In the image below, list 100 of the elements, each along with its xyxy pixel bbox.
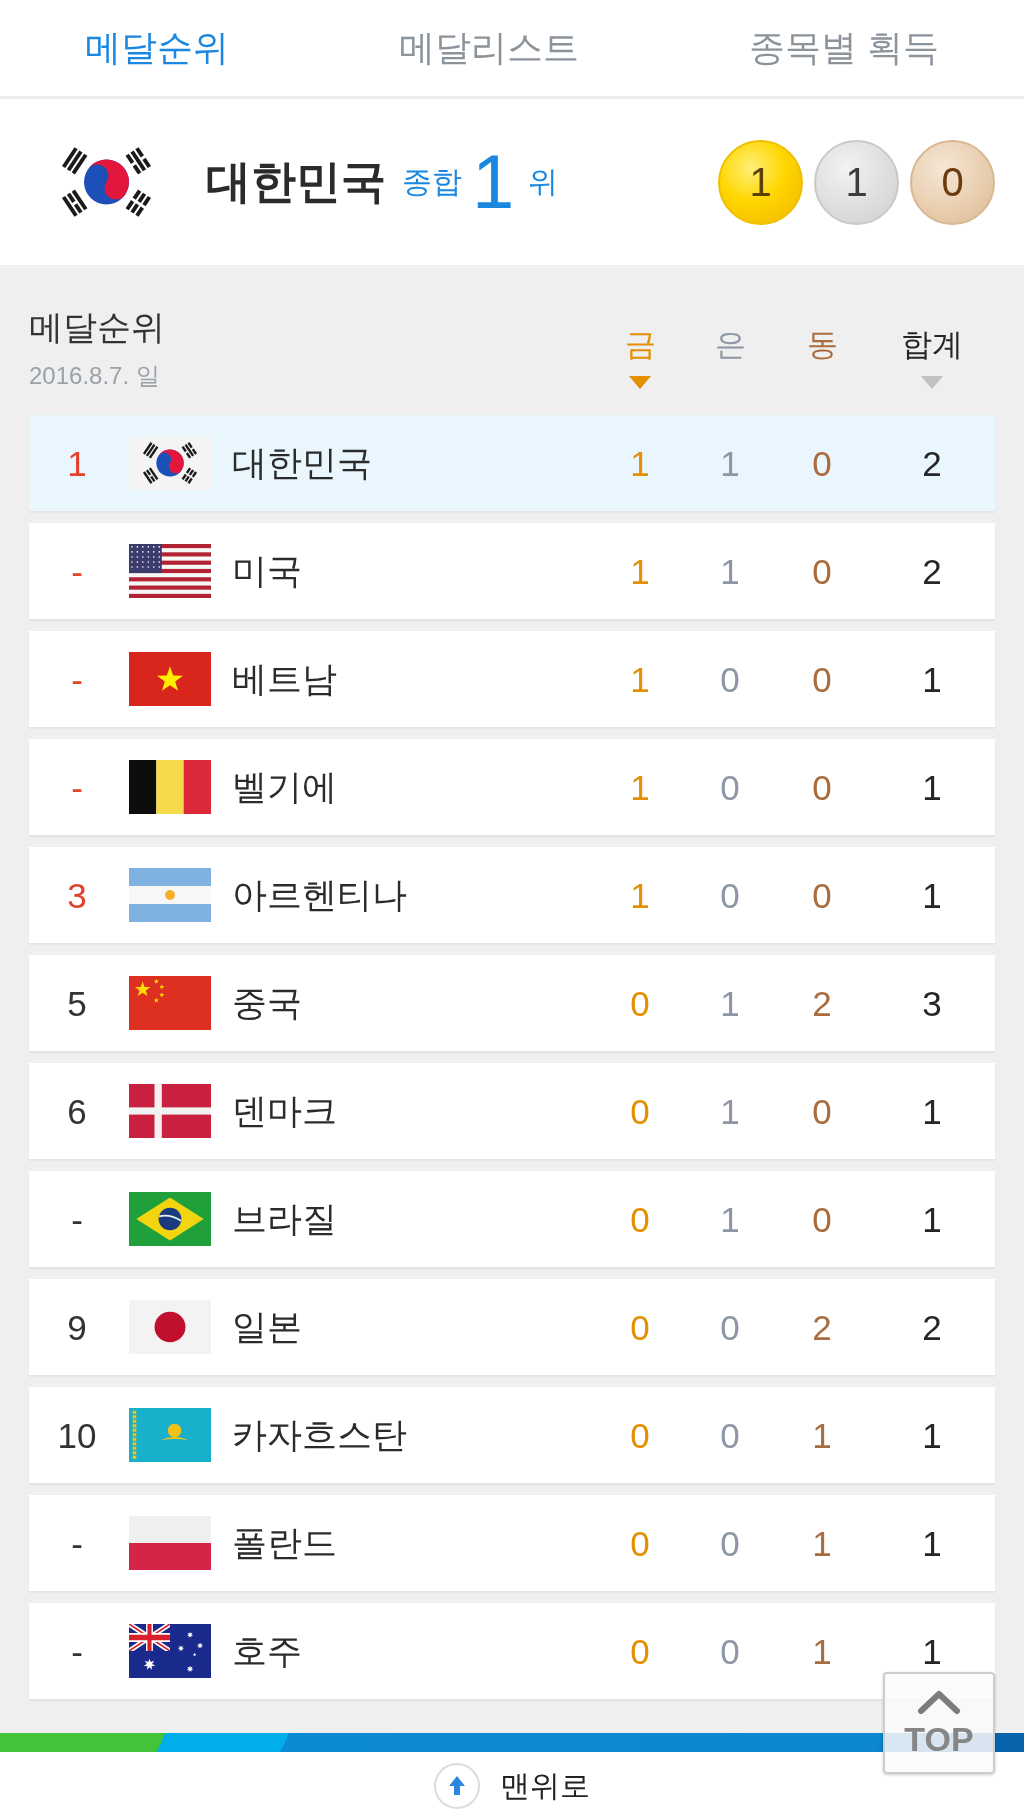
rank-number: -	[71, 1633, 83, 1669]
medal-count: 1	[812, 1633, 832, 1669]
medal-count: 0	[720, 1633, 740, 1669]
country-name: 벨기에	[232, 765, 337, 808]
tab[interactable]: 메달순위	[79, 26, 235, 70]
standings-row[interactable]: 6 덴마크 0 1 0 1	[29, 1063, 995, 1159]
medal-count: 0	[630, 1093, 650, 1129]
chevron-up-icon	[917, 1690, 961, 1714]
flag-icon	[129, 976, 211, 1030]
column-header: 은	[714, 327, 746, 363]
total-count: 1	[922, 877, 942, 913]
country-name: 베트남	[232, 657, 337, 700]
medal-count: 1	[720, 985, 740, 1021]
total-count: 1	[922, 1525, 942, 1561]
medal-count: 0	[630, 1201, 650, 1237]
total-count: 1	[922, 1633, 942, 1669]
total-count: 1	[922, 1201, 942, 1237]
medal-count: 0	[812, 1093, 832, 1129]
standings-row[interactable]: - 호주 0 0 1 1	[29, 1603, 995, 1699]
country-name: 미국	[232, 549, 302, 592]
rank-number: 3	[67, 877, 87, 913]
total-count: 3	[922, 985, 942, 1021]
total-count: 1	[922, 1093, 942, 1129]
medal-count: 2	[812, 1309, 832, 1345]
rank-number: -	[71, 661, 83, 697]
medal-count: 0	[630, 1417, 650, 1453]
medal-count: 1	[812, 1417, 832, 1453]
medal-count: 1	[814, 139, 899, 225]
standings-row[interactable]: - 폴란드 0 0 1 1	[29, 1495, 995, 1591]
rank-suffix: 위	[528, 163, 559, 200]
medal-count: 1	[630, 877, 650, 913]
medal-count: 1	[720, 445, 740, 481]
medal-count: 1	[720, 553, 740, 589]
rank-number: 6	[67, 1093, 87, 1129]
standings-row[interactable]: 5 중국 0 1 2 3	[29, 955, 995, 1051]
medal-count: 1	[630, 661, 650, 697]
flag-icon	[129, 544, 211, 598]
country-name: 브라질	[232, 1197, 337, 1240]
total-count: 2	[922, 445, 942, 481]
medal-count: 1	[718, 139, 803, 225]
flag-icon	[129, 1624, 211, 1678]
standings-row[interactable]: - 베트남 1 0 0 1	[29, 631, 995, 727]
overall-label: 종합	[402, 163, 462, 200]
medal-count: 1	[720, 1093, 740, 1129]
medal-count: 2	[812, 985, 832, 1021]
section-title: 메달순위	[29, 307, 165, 347]
standings-row[interactable]: - 미국 1 1 0 2	[29, 523, 995, 619]
rank-number: -	[71, 553, 83, 589]
medal-count: 0	[630, 1525, 650, 1561]
flag-icon	[129, 1516, 211, 1570]
medal-count: 0	[630, 1633, 650, 1669]
standings-row[interactable]: - 벨기에 1 0 0 1	[29, 739, 995, 835]
standings-row[interactable]: 1 대한민국 1 1 0 2	[29, 415, 995, 511]
medal-count: 0	[812, 769, 832, 805]
medal-count: 1	[630, 769, 650, 805]
rank-number: 5	[67, 985, 87, 1021]
medal-count: 0	[812, 661, 832, 697]
medal-count: 0	[812, 1201, 832, 1237]
rank-number: 1	[472, 144, 515, 220]
medal-count: 0	[812, 877, 832, 913]
rank-number: 1	[67, 445, 87, 481]
sort-arrow-icon	[629, 376, 651, 389]
medal-count: 0	[812, 553, 832, 589]
standings-row[interactable]: - 브라질 0 1 0 1	[29, 1171, 995, 1267]
total-count: 1	[922, 1417, 942, 1453]
medal-count: 1	[630, 553, 650, 589]
country-name: 중국	[232, 981, 302, 1024]
date-label: 2016.8.7. 일	[29, 361, 160, 391]
rank-number: 9	[67, 1309, 87, 1345]
medal-count: 1	[630, 445, 650, 481]
medal-count: 0	[720, 1417, 740, 1453]
medal-count: 0	[720, 1525, 740, 1561]
medal-count: 0	[720, 877, 740, 913]
country-name: 카자흐스탄	[232, 1413, 407, 1456]
medal-count: 0	[720, 1309, 740, 1345]
flag-icon	[129, 1300, 211, 1354]
flag-icon	[129, 868, 211, 922]
country-name: 덴마크	[232, 1089, 337, 1132]
standings-row[interactable]: 10 카자흐스탄 0 0 1 1	[29, 1387, 995, 1483]
flag-icon	[129, 1192, 211, 1246]
back-to-top-button[interactable]: 맨위로	[434, 1763, 590, 1809]
rank-number: 10	[57, 1417, 97, 1453]
flag-icon	[129, 436, 211, 490]
standings-row[interactable]: 9 일본 0 0 2 2	[29, 1279, 995, 1375]
country-name: 대한민국	[206, 155, 386, 209]
medal-count: 0	[720, 769, 740, 805]
standings-row[interactable]: 3 아르헨티나 1 0 0 1	[29, 847, 995, 943]
total-count: 1	[922, 661, 942, 697]
column-header[interactable]: 합계	[901, 327, 963, 363]
medal-count: 1	[720, 1201, 740, 1237]
medal-count: 0	[812, 445, 832, 481]
flag-icon	[129, 760, 211, 814]
medal-count: 0	[910, 139, 995, 225]
country-name: 아르헨티나	[232, 873, 407, 916]
medal-count: 1	[812, 1525, 832, 1561]
flag-icon	[129, 1084, 211, 1138]
flag-icon	[129, 652, 211, 706]
country-name: 호주	[232, 1629, 302, 1672]
medal-count: 0	[720, 661, 740, 697]
sort-arrow-icon	[921, 376, 943, 389]
